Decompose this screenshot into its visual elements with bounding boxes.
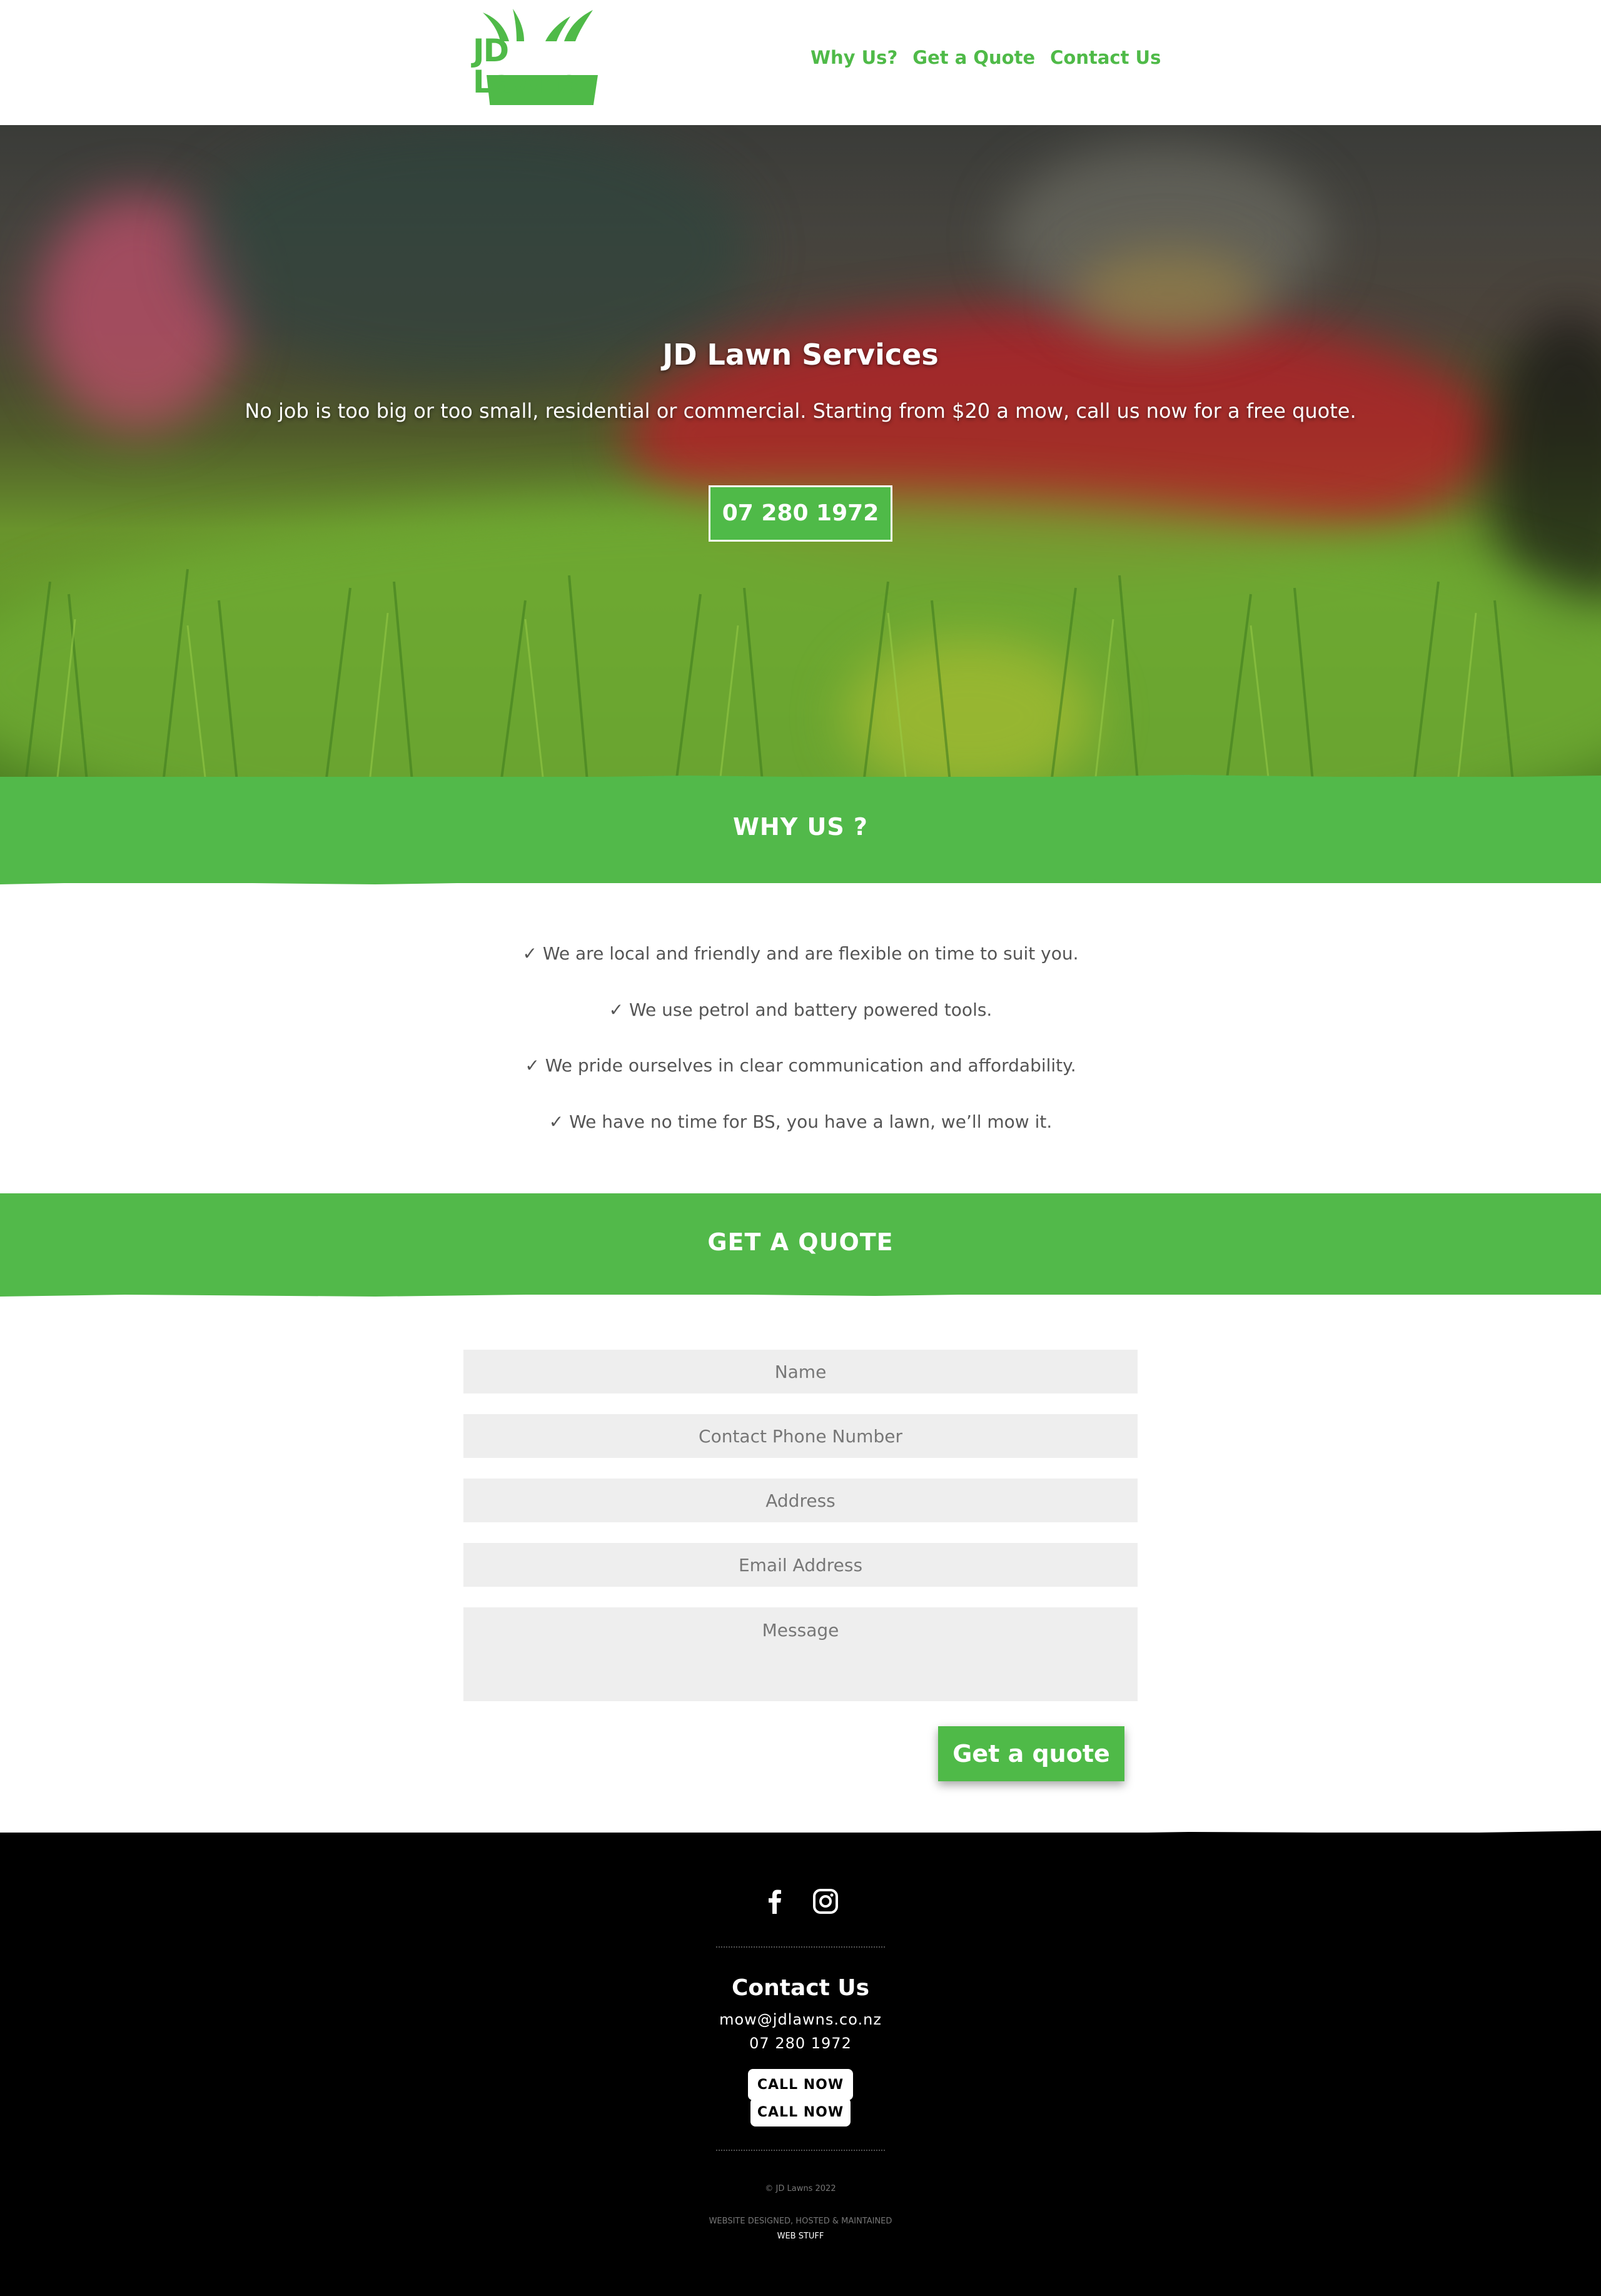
get-a-quote-heading: GET A QUOTE [707,1228,894,1256]
quote-bottom-edge [0,1290,1601,1297]
logo[interactable]: JD Lawns [470,3,614,110]
nav-get-a-quote[interactable]: Get a Quote [912,45,1035,70]
call-now-button[interactable]: CALL NOW [750,2098,851,2127]
name-field[interactable] [463,1350,1138,1393]
footer-contact-heading: Contact Us [731,1975,870,2001]
hero-title: JD Lawn Services [662,338,939,372]
why-us-item: ✓ We are local and friendly and are flex… [522,943,1079,964]
instagram-icon[interactable] [812,1888,839,1915]
footer-divider [716,2150,885,2151]
copyright-text: © JD Lawns 2022 [765,2184,836,2193]
footer-phone-link[interactable]: 07 280 1972 [0,2035,1601,2052]
address-field[interactable] [463,1479,1138,1522]
hero-banner: JD Lawn Services No job is too big or to… [0,106,1601,788]
phone-field[interactable] [463,1414,1138,1458]
hero-background-image [0,106,1601,788]
logo-text: JD Lawns [473,33,578,100]
credit-line: WEBSITE DESIGNED, HOSTED & MAINTAINED [709,2217,892,2226]
message-field[interactable] [463,1607,1138,1701]
footer-email-link[interactable]: mow@jdlawns.co.nz [0,2011,1601,2028]
credit-link[interactable]: WEB STUFF [0,2232,1601,2241]
why-us-top-edge [0,775,1601,792]
main-nav: Why Us? Get a Quote Contact Us [811,45,1161,70]
get-a-quote-banner: GET A QUOTE [0,1193,1601,1297]
hero-subtitle: No job is too big or too small, resident… [245,399,1356,423]
why-us-banner: WHY US ? [0,775,1601,884]
nav-why-us[interactable]: Why Us? [811,45,897,70]
why-us-bottom-edge [0,877,1601,884]
call-now-button[interactable]: CALL NOW [748,2069,853,2100]
facebook-icon[interactable] [762,1888,789,1915]
why-us-item: ✓ We have no time for BS, you have a law… [548,1111,1053,1132]
footer-divider [716,1946,885,1948]
get-a-quote-button[interactable]: Get a quote [938,1726,1124,1781]
grass-blades [24,569,1515,788]
why-us-item: ✓ We pride ourselves in clear communicat… [525,1055,1076,1076]
nav-contact-us[interactable]: Contact Us [1050,45,1161,70]
hero-phone-button[interactable]: 07 280 1972 [709,485,892,542]
email-field[interactable] [463,1543,1138,1587]
why-us-heading: WHY US ? [733,813,868,841]
site-footer: Contact Us mow@jdlawns.co.nz 07 280 1972… [0,1833,1601,2296]
why-us-item: ✓ We use petrol and battery powered tool… [609,999,992,1020]
header-torn-edge [0,105,1601,121]
